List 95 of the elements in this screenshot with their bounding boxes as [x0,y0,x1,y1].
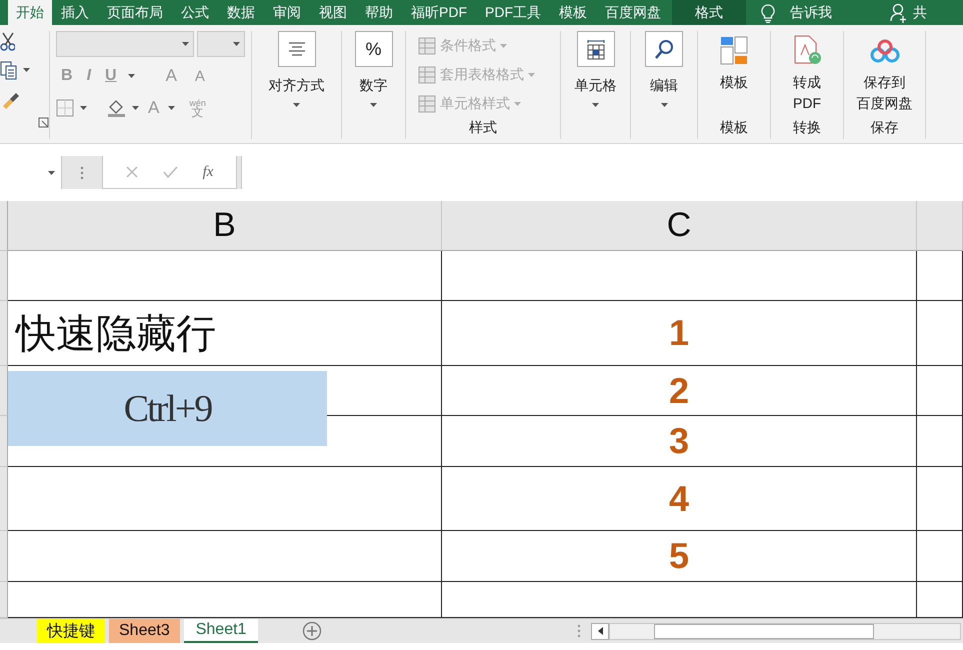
lightbulb-icon[interactable] [760,2,776,22]
sheet-tab[interactable]: Sheet3 [109,619,180,643]
ribbon-tab[interactable]: 公式 [172,0,218,25]
scroll-left-button[interactable] [591,622,610,640]
table-cell: 1 [442,301,917,366]
row-header[interactable] [0,416,8,467]
caret-icon[interactable] [80,106,87,110]
group-label: 模板 [719,119,749,137]
caret-icon[interactable] [128,74,135,78]
grip-icon[interactable] [577,624,582,638]
table-cell [917,251,963,301]
ribbon-tab[interactable]: 数据 [218,0,264,25]
row-header[interactable] [0,301,8,366]
grip-icon[interactable] [80,166,84,180]
table-style-icon [418,94,436,112]
table-style-icon [418,66,436,84]
column-header[interactable] [917,201,963,251]
person-add-icon[interactable] [890,2,907,22]
scissors-icon[interactable] [0,31,15,51]
group-label: 样式 [468,119,498,137]
row-header[interactable] [0,366,8,416]
table-cell [917,366,963,416]
cancel-icon[interactable] [126,166,138,178]
row-header[interactable] [0,467,8,531]
scrollbar[interactable] [609,622,962,640]
insert-function-button[interactable]: fx [202,164,214,180]
ribbon-tab[interactable]: 帮助 [356,0,402,25]
borders-icon[interactable] [56,99,74,117]
cells-icon [586,38,606,60]
column-header[interactable]: C [442,201,917,251]
convert-pdf-button[interactable]: 转成 PDF [788,31,826,119]
caret-icon [182,42,189,46]
ribbon-tab[interactable]: 福昕PDF [402,0,476,25]
row-header[interactable] [0,251,8,301]
group-label: 保存 [870,119,900,137]
table-cell: 5 [442,531,917,582]
table-cell [917,416,963,467]
add-sheet-icon[interactable] [302,621,322,641]
alignment-button[interactable]: 对齐方式 [268,31,324,119]
align-icon [288,40,306,58]
table-cell: 快速隐藏行 [8,301,442,366]
sheet-tab[interactable]: Sheet1 [184,619,258,643]
ribbon-tab[interactable]: 格式 [672,0,746,25]
copy-icon[interactable] [0,60,17,80]
dialog-launcher-icon[interactable] [38,117,49,128]
caret-icon [293,103,300,107]
arrow-left-icon [598,627,603,635]
ribbon-tab[interactable]: 插入 [52,0,98,25]
font-name-dropdown[interactable] [56,31,194,57]
sheet-tab[interactable]: 快捷键 [37,619,105,643]
cloud-icon [868,37,900,63]
caret-icon [500,44,507,48]
row-header[interactable] [0,531,8,582]
ribbon-tab[interactable]: 开始 [8,0,52,25]
table-style-icon [418,36,436,54]
tell-me-link[interactable]: 告诉我 [790,4,832,22]
text-box: Ctrl+9 [8,371,327,446]
fill-color-icon[interactable] [107,98,126,118]
ribbon-tab[interactable]: 页面布局 [98,0,172,25]
ribbon-tab[interactable]: 百度网盘 [596,0,670,25]
caret-icon [514,102,521,106]
caret-icon[interactable] [168,106,176,110]
search-icon [654,39,674,59]
select-all-corner[interactable] [0,201,8,251]
table-cell [917,301,963,366]
group-label: 转换 [792,119,822,137]
table-cell: 4 [442,467,917,531]
caret-icon [660,103,668,107]
ribbon-tab[interactable]: 视图 [310,0,356,25]
cells-button[interactable]: 单元格 [574,31,616,119]
template-icon [720,36,748,64]
template-button[interactable]: 模板 [715,31,753,119]
editing-button[interactable]: 编辑 [645,31,683,119]
caret-icon [233,42,240,46]
ribbon-tab[interactable]: PDF工具 [476,0,550,25]
share-button[interactable]: 共 [913,4,927,22]
table-cell [917,531,963,582]
font-size-dropdown[interactable] [197,31,245,57]
ribbon-tab[interactable]: 模板 [550,0,596,25]
column-header[interactable]: B [8,201,442,251]
caret-icon [48,170,55,174]
caret-icon [528,72,535,76]
row-header[interactable] [0,582,8,618]
pdf-convert-icon [792,35,822,65]
caret-icon [592,103,599,107]
caret-icon[interactable] [23,68,30,72]
table-cell: 3 [442,416,917,467]
table-cell [917,467,963,531]
ribbon-tab[interactable]: 审阅 [264,0,310,25]
caret-icon[interactable] [132,106,139,110]
check-icon[interactable] [162,166,178,178]
table-cell: 2 [442,366,917,416]
save-to-cloud-button[interactable]: 保存到 百度网盘 [856,31,912,119]
caret-icon [370,103,377,107]
number-format-button[interactable]: % 数字 [354,31,392,119]
